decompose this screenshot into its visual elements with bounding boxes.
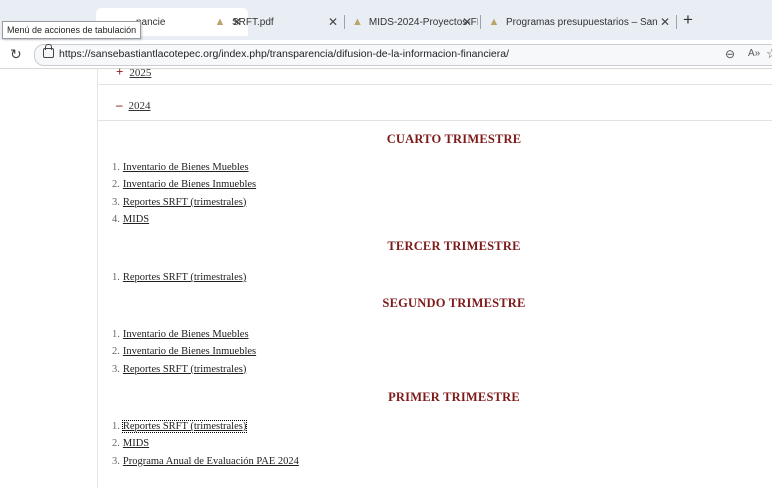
new-tab-button[interactable]: + xyxy=(683,11,693,29)
year-2025-link[interactable]: 2025 xyxy=(129,67,151,79)
tab-actions-tooltip: Menú de acciones de tabulación xyxy=(2,21,142,39)
list-item: 1. Reportes SRFT (trimestrales) xyxy=(112,418,299,435)
close-icon[interactable]: ✕ xyxy=(328,15,338,29)
tab-divider xyxy=(676,15,677,29)
list-cuarto: 1. Inventario de Bienes Muebles 2. Inventa… xyxy=(112,159,256,228)
item-number: 2. xyxy=(112,179,120,191)
site-favicon-icon: ▲ xyxy=(352,16,363,28)
tab-strip: nancie ✕ ▲ SRFT.pdf ✕ ▲ MIDS-2024-Proyec… xyxy=(0,0,772,40)
section-heading-primer: PRIMER TRIMESTRE xyxy=(388,390,520,404)
list-item: 2. MIDS xyxy=(112,435,299,452)
document-link[interactable]: Inventario de Bienes Inmuebles xyxy=(123,346,256,357)
list-item: 1. Inventario de Bienes Muebles xyxy=(112,159,256,176)
tab-4-title: Programas presupuestarios – San xyxy=(506,16,658,28)
list-item: 3. Reportes SRFT (trimestrales) xyxy=(112,194,256,211)
divider xyxy=(98,120,772,121)
divider xyxy=(98,84,772,85)
document-link[interactable]: Reportes SRFT (trimestrales) xyxy=(123,272,246,283)
address-bar[interactable]: https://sansebastiantlacotepec.org/index… xyxy=(34,44,772,66)
list-item: 4. MIDS xyxy=(112,211,256,228)
tab-2[interactable]: ▲ SRFT.pdf ✕ xyxy=(210,8,344,36)
expand-plus-icon[interactable]: + xyxy=(116,64,123,79)
list-item: 3. Reportes SRFT (trimestrales) xyxy=(112,361,256,378)
section-heading-segundo: SEGUNDO TRIMESTRE xyxy=(382,296,526,310)
list-primer: 1. Reportes SRFT (trimestrales) 2. MIDS 3.… xyxy=(112,418,299,470)
document-link[interactable]: Inventario de Bienes Inmuebles xyxy=(123,179,256,190)
list-tercer: 1. Reportes SRFT (trimestrales) xyxy=(112,269,246,286)
list-segundo: 1. Inventario de Bienes Muebles 2. Inventa… xyxy=(112,326,256,378)
tab-3[interactable]: ▲ MIDS-2024-Proyectos-FISMDF1-1 ✕ xyxy=(348,8,478,36)
tab-4[interactable]: ▲ Programas presupuestarios – San ✕ xyxy=(484,8,676,36)
item-number: 1. xyxy=(112,329,120,340)
site-favicon-icon: ▲ xyxy=(488,16,500,28)
list-item: 3. Programa Anual de Evaluación PAE 2024 xyxy=(112,453,299,470)
year-2024-link[interactable]: 2024 xyxy=(129,100,151,112)
section-heading-tercer: TERCER TRIMESTRE xyxy=(387,239,521,253)
document-link[interactable]: Reportes SRFT (trimestrales) xyxy=(121,420,248,433)
tab-divider xyxy=(480,15,481,29)
document-link[interactable]: MIDS xyxy=(123,438,149,449)
favorite-star-icon[interactable]: ☆ xyxy=(766,46,772,62)
tab-divider xyxy=(344,15,345,29)
item-number: 2. xyxy=(112,346,120,358)
url-text[interactable]: https://sansebastiantlacotepec.org/index… xyxy=(59,48,509,60)
item-number: 4. xyxy=(112,213,120,225)
read-aloud-icon[interactable]: A» xyxy=(748,48,760,59)
pdf-file-icon: ▲ xyxy=(214,16,226,28)
item-number: 1. xyxy=(112,272,120,283)
tab-2-title: SRFT.pdf xyxy=(232,16,274,28)
year-2024-toggle[interactable]: –2024 xyxy=(116,97,151,113)
lock-icon[interactable] xyxy=(43,44,54,58)
item-number: 3. xyxy=(112,363,120,375)
year-2025-toggle[interactable]: +2025 xyxy=(116,64,151,80)
zoom-icon[interactable]: ⊖ xyxy=(725,47,735,61)
page-content: +2025 –2024 CUARTO TRIMESTRE 1. Inventari… xyxy=(97,64,772,488)
list-item: 1. Reportes SRFT (trimestrales) xyxy=(112,269,246,286)
list-item: 1. Inventario de Bienes Muebles xyxy=(112,326,256,343)
item-number: 3. xyxy=(112,196,120,208)
document-link[interactable]: MIDS xyxy=(123,214,149,225)
item-number: 1. xyxy=(112,162,120,173)
document-link[interactable]: Reportes SRFT (trimestrales) xyxy=(123,197,246,208)
reload-icon[interactable]: ↻ xyxy=(10,46,22,62)
document-link[interactable]: Programa Anual de Evaluación PAE 2024 xyxy=(123,456,299,467)
item-number: 2. xyxy=(112,438,120,450)
collapse-minus-icon[interactable]: – xyxy=(116,97,123,112)
close-icon[interactable]: ✕ xyxy=(660,15,670,29)
item-number: 1. xyxy=(112,421,120,432)
list-item: 2. Inventario de Bienes Inmuebles xyxy=(112,343,256,360)
close-icon[interactable]: ✕ xyxy=(462,15,472,29)
list-item: 2. Inventario de Bienes Inmuebles xyxy=(112,176,256,193)
document-link[interactable]: Inventario de Bienes Muebles xyxy=(123,162,249,173)
document-link[interactable]: Reportes SRFT (trimestrales) xyxy=(123,364,246,375)
document-link[interactable]: Inventario de Bienes Muebles xyxy=(123,329,249,340)
item-number: 3. xyxy=(112,455,120,467)
section-heading-cuarto: CUARTO TRIMESTRE xyxy=(386,132,522,146)
